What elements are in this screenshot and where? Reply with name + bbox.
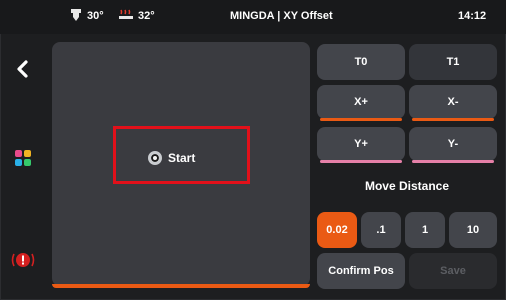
confirm-pos-button[interactable]: Confirm Pos <box>317 253 405 289</box>
distance-10-button[interactable]: 10 <box>449 212 497 248</box>
x-minus-underline <box>412 118 494 121</box>
x-minus-button[interactable]: X- <box>409 85 497 119</box>
start-button[interactable]: Start <box>148 148 195 168</box>
distance-0-02-button[interactable]: 0.02 <box>317 212 357 248</box>
y-minus-underline <box>412 160 494 163</box>
y-plus-underline <box>320 160 402 163</box>
start-label: Start <box>168 151 196 165</box>
back-icon[interactable] <box>15 60 29 78</box>
x-plus-underline <box>320 118 402 121</box>
sidebar <box>0 34 48 300</box>
apps-icon[interactable] <box>15 150 31 166</box>
status-bar: 30° 32° MINGDA | XY Offset 14:12 <box>0 0 506 34</box>
alarm-icon[interactable] <box>10 250 36 270</box>
start-radio-icon <box>148 151 162 165</box>
x-plus-button[interactable]: X+ <box>317 85 405 119</box>
nozzle-temp: 30° <box>87 10 104 22</box>
y-minus-button[interactable]: Y- <box>409 127 497 161</box>
move-distance-label: Move Distance <box>364 179 450 193</box>
distance-1-button[interactable]: 1 <box>405 212 445 248</box>
save-button[interactable]: Save <box>409 253 497 289</box>
clock: 14:12 <box>458 10 487 22</box>
page-title: MINGDA | XY Offset <box>230 10 333 22</box>
distance-0-1-button[interactable]: .1 <box>361 212 401 248</box>
y-plus-button[interactable]: Y+ <box>317 127 405 161</box>
nozzle-icon <box>71 9 81 21</box>
bed-temp: 32° <box>138 10 155 22</box>
tool-t1-button[interactable]: T1 <box>409 44 497 80</box>
heated-bed-icon <box>119 9 133 19</box>
tool-t0-button[interactable]: T0 <box>317 44 405 80</box>
panel-accent-bar <box>52 284 310 288</box>
